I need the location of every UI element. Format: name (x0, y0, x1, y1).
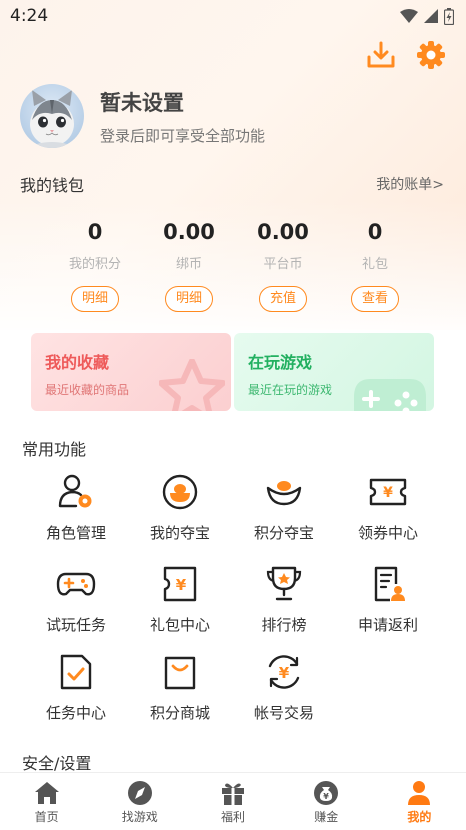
nav-label: 找游戏 (121, 810, 158, 824)
wallet-header: 我的钱包 我的账单> (20, 172, 444, 196)
wallet-value: 0 (367, 220, 383, 244)
gamepad-icon (56, 572, 96, 596)
function-label: 申请返利 (357, 616, 418, 634)
wallet-label: 我的积分 (68, 257, 121, 272)
wallet-label: 平台币 (263, 257, 303, 272)
task-icon (60, 654, 92, 690)
wallet-label: 绑币 (175, 257, 202, 272)
recharge-button[interactable]: 充值 (258, 286, 307, 312)
svg-text:¥: ¥ (279, 664, 290, 682)
function-trial-task[interactable]: 试玩任务 (23, 564, 129, 635)
wallet-panel: 0 我的积分 明细 0.00 绑币 明细 0.00 平台币 充值 0 礼包 查看 (52, 220, 422, 320)
profile-subtitle: 登录后即可享受全部功能 (100, 126, 266, 145)
wallet-item-gift-pack: 0 礼包 查看 (330, 220, 420, 312)
function-label: 试玩任务 (45, 616, 106, 634)
ingot-icon (266, 481, 302, 506)
function-label: 积分夺宝 (253, 524, 314, 542)
function-label: 礼包中心 (149, 616, 210, 634)
nav-welfare[interactable]: 福利 (186, 773, 279, 830)
function-my-treasure[interactable]: 我的夺宝 (127, 472, 233, 543)
svg-text:¥: ¥ (383, 485, 393, 501)
user-icon (408, 781, 431, 805)
svg-text:¥: ¥ (323, 792, 329, 801)
star-icon (159, 359, 225, 411)
function-gift-center[interactable]: ¥ 礼包中心 (127, 564, 233, 635)
treasure-icon (162, 474, 198, 510)
svg-text:¥: ¥ (176, 576, 187, 594)
function-label: 领券中心 (357, 524, 418, 542)
gift-icon (222, 783, 244, 805)
bound-coin-detail-button[interactable]: 明细 (164, 286, 213, 312)
function-label: 任务中心 (45, 704, 106, 722)
function-task-center[interactable]: 任务中心 (23, 652, 129, 723)
profile-section[interactable]: 暂未设置 登录后即可享受全部功能 (20, 84, 265, 148)
rebate-icon (374, 566, 405, 602)
cat-avatar-icon (30, 90, 74, 148)
wallet-label: 礼包 (361, 257, 388, 272)
nav-mine[interactable]: 我的 (373, 773, 466, 830)
nav-label: 我的 (407, 810, 432, 824)
function-label: 角色管理 (45, 524, 106, 542)
nav-label: 首页 (34, 810, 59, 824)
trophy-icon (266, 566, 302, 601)
wallet-item-bound-coin: 0.00 绑币 明细 (144, 220, 234, 312)
compass-icon (127, 781, 152, 805)
function-role-management[interactable]: 角色管理 (23, 472, 129, 543)
profile-name: 暂未设置 (100, 90, 184, 115)
wallet-value: 0.00 (257, 220, 309, 244)
functions-title: 常用功能 (22, 440, 87, 459)
download-icon[interactable] (366, 40, 396, 70)
favorites-card[interactable]: 我的收藏 最近收藏的商品 (31, 333, 231, 411)
function-account-trade[interactable]: ¥ 帐号交易 (231, 652, 337, 723)
function-points-treasure[interactable]: 积分夺宝 (231, 472, 337, 543)
playing-title: 在玩游戏 (248, 353, 313, 372)
function-points-mall[interactable]: 积分商城 (127, 652, 233, 723)
function-coupon-center[interactable]: ¥ 领券中心 (335, 472, 441, 543)
function-label: 排行榜 (261, 616, 307, 634)
shop-bag-icon (164, 656, 196, 690)
wallet-item-points: 0 我的积分 明细 (50, 220, 140, 312)
function-label: 积分商城 (149, 704, 210, 722)
signal-icon (424, 9, 438, 23)
security-title: 安全/设置 (22, 754, 92, 773)
wallet-value: 0.00 (163, 220, 215, 244)
nav-label: 赚金 (314, 810, 339, 824)
money-bag-icon: ¥ (314, 781, 339, 805)
status-bar: 4:24 (0, 0, 466, 32)
nav-label: 福利 (221, 810, 246, 824)
playing-card[interactable]: 在玩游戏 最近在玩的游戏 (234, 333, 434, 411)
status-icons (400, 7, 454, 25)
points-detail-button[interactable]: 明细 (70, 286, 119, 312)
function-apply-rebate[interactable]: 申请返利 (335, 564, 441, 635)
function-label: 我的夺宝 (149, 524, 210, 542)
nav-home[interactable]: 首页 (0, 773, 93, 830)
home-icon (34, 782, 59, 804)
gear-icon[interactable] (416, 40, 446, 70)
controller-icon (354, 379, 426, 411)
battery-icon (444, 7, 454, 25)
wallet-title: 我的钱包 (20, 176, 85, 195)
gift-pack-view-button[interactable]: 查看 (350, 286, 399, 312)
nav-earn-gold[interactable]: ¥ 赚金 (280, 773, 373, 830)
top-actions (366, 40, 446, 70)
nav-find-games[interactable]: 找游戏 (93, 773, 186, 830)
coupon-icon: ¥ (369, 478, 407, 506)
my-bill-link[interactable]: 我的账单> (376, 174, 444, 194)
function-leaderboard[interactable]: 排行榜 (231, 564, 337, 635)
function-label: 帐号交易 (253, 704, 314, 722)
wallet-item-platform-coin: 0.00 平台币 充值 (238, 220, 328, 312)
avatar[interactable] (20, 84, 84, 148)
status-time: 4:24 (10, 6, 49, 26)
bottom-nav: 首页 找游戏 福利 ¥ 赚金 我的 (0, 772, 466, 830)
wallet-value: 0 (87, 220, 103, 244)
gift-pack-icon: ¥ (163, 566, 197, 602)
exchange-icon: ¥ (268, 655, 300, 689)
role-icon (58, 474, 92, 508)
wifi-icon (400, 9, 418, 23)
